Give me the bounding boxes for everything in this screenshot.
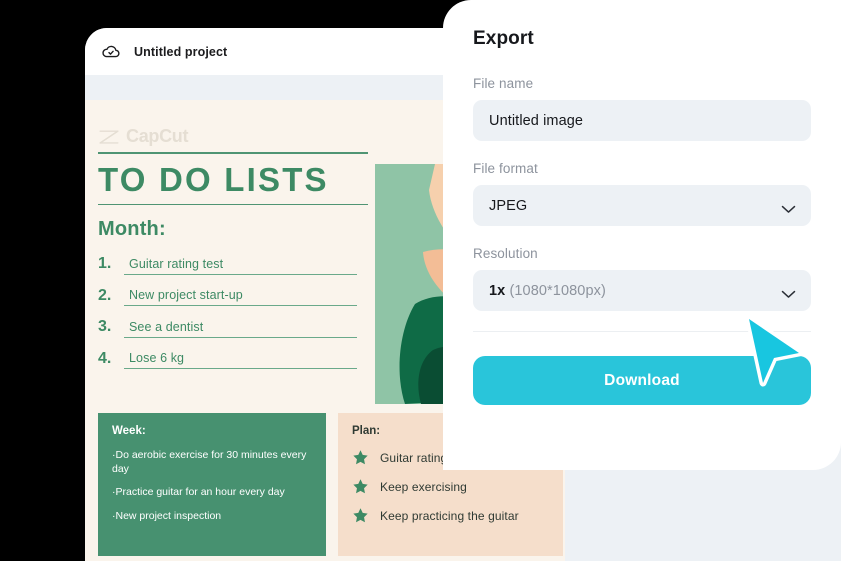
file-name-value: Untitled image: [489, 112, 584, 129]
capcut-watermark: CapCut: [98, 126, 189, 147]
file-format-select[interactable]: JPEG: [473, 185, 811, 226]
poster-rule-mid: [98, 203, 368, 205]
export-panel-title: Export: [473, 28, 534, 49]
todo-number: 3.: [98, 318, 112, 336]
week-card[interactable]: Week: ·Do aerobic exercise for 30 minute…: [98, 413, 326, 556]
todo-number: 2.: [98, 286, 112, 304]
plan-text: Keep practicing the guitar: [380, 508, 519, 523]
screenshot-stage: Untitled project CapCut TO DO LISTS Mont…: [0, 0, 841, 561]
project-title[interactable]: Untitled project: [134, 45, 227, 59]
week-card-title: Week:: [112, 425, 146, 437]
todo-text: Guitar rating test: [129, 256, 224, 271]
todo-number: 4.: [98, 349, 112, 367]
plan-item: Keep practicing the guitar: [352, 507, 549, 524]
file-name-label: File name: [473, 76, 534, 91]
toolbar-left-group: Untitled project: [101, 42, 227, 62]
week-card-item: ·New project inspection: [112, 509, 222, 522]
todo-text: See a dentist: [129, 319, 204, 334]
todo-number: 1.: [98, 255, 112, 272]
todo-text: New project start-up: [129, 288, 243, 303]
export-panel: Export File name Untitled image File for…: [443, 0, 841, 470]
todo-line[interactable]: New project start-up: [124, 286, 357, 307]
resolution-value-detail: (1080*1080px): [509, 282, 606, 299]
panel-divider: [473, 331, 811, 332]
todo-line[interactable]: See a dentist: [124, 318, 357, 338]
capcut-wordmark: CapCut: [126, 126, 189, 146]
resolution-value-main: 1x: [489, 282, 510, 299]
resolution-select[interactable]: 1x (1080*1080px): [473, 270, 811, 311]
file-name-input[interactable]: Untitled image: [473, 100, 811, 141]
capcut-logo-icon: [98, 129, 120, 145]
download-button-label: Download: [604, 371, 680, 389]
poster-rule-top: [98, 152, 368, 154]
week-card-item: ·Do aerobic exercise for 30 minutes ever…: [112, 449, 307, 476]
chevron-down-icon[interactable]: [781, 286, 796, 298]
plan-item: Keep exercising: [352, 478, 549, 495]
star-icon: [352, 507, 369, 524]
resolution-label: Resolution: [473, 246, 538, 261]
todo-line[interactable]: Guitar rating test: [124, 255, 357, 275]
star-icon: [352, 478, 369, 495]
todo-text: Lose 6 kg: [129, 351, 185, 366]
cloud-upload-icon: [101, 42, 121, 62]
file-format-label: File format: [473, 161, 538, 176]
file-format-value: JPEG: [489, 197, 528, 214]
chevron-down-icon[interactable]: [781, 201, 796, 213]
download-button[interactable]: Download: [473, 356, 811, 405]
todo-line[interactable]: Lose 6 kg: [124, 349, 357, 370]
resolution-value: 1x (1080*1080px): [489, 283, 606, 299]
star-icon: [352, 449, 369, 466]
week-card-item: ·Practice guitar for an hour every day: [112, 486, 285, 499]
plan-text: Keep exercising: [380, 479, 467, 494]
